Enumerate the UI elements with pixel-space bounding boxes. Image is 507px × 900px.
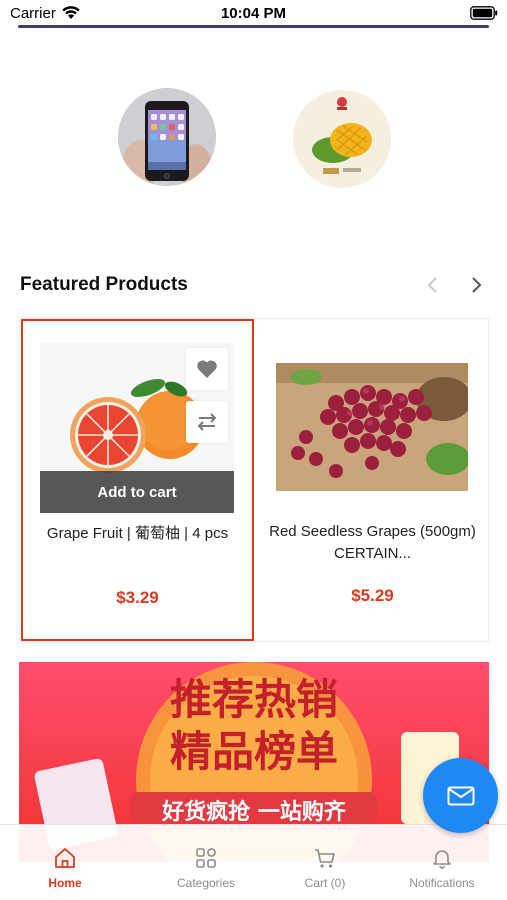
nav-cart[interactable]: Cart (0) xyxy=(270,825,380,900)
smartphone-image xyxy=(118,88,216,186)
product-name[interactable]: Red Seedless Grapes (500gm) CERTAIN... xyxy=(266,521,479,565)
message-fab-button[interactable] xyxy=(423,758,498,833)
product-card[interactable]: Red Seedless Grapes (500gm) CERTAIN... $… xyxy=(256,319,489,641)
bell-icon xyxy=(433,850,451,869)
nav-categories-label: Categories xyxy=(176,876,236,890)
compare-button[interactable] xyxy=(186,401,228,443)
banner-title-line1: 推荐热销 xyxy=(170,675,338,724)
mango-image xyxy=(293,90,391,188)
nav-home-label: Home xyxy=(48,876,82,890)
battery-icon xyxy=(470,6,498,20)
product-card[interactable]: Add to cart Grape Fruit | 葡萄柚 | 4 pcs $3… xyxy=(21,319,254,641)
product-price: $5.29 xyxy=(351,586,394,605)
status-time: 10:04 PM xyxy=(220,5,287,22)
product-image[interactable] xyxy=(276,363,468,491)
nav-cart-label: Cart (0) xyxy=(304,876,346,890)
chevron-left-icon[interactable] xyxy=(425,275,441,295)
compare-arrows-icon xyxy=(197,413,217,431)
nav-home[interactable]: Home xyxy=(10,825,120,900)
cart-icon xyxy=(315,849,335,868)
heart-icon xyxy=(197,360,217,378)
red-grapes-image xyxy=(276,363,468,491)
add-to-cart-button[interactable]: Add to cart xyxy=(40,471,234,513)
product-name[interactable]: Grape Fruit | 葡萄柚 | 4 pcs xyxy=(33,523,242,545)
chevron-right-icon[interactable] xyxy=(468,275,484,295)
category-mango[interactable] xyxy=(293,90,391,188)
banner-title-line2: 精品榜单 xyxy=(170,727,338,776)
envelope-icon xyxy=(447,786,474,805)
wishlist-button[interactable] xyxy=(186,348,228,390)
header-divider xyxy=(18,25,489,28)
nav-notifications[interactable]: Notifications xyxy=(387,825,497,900)
featured-products-carousel: Add to cart Grape Fruit | 葡萄柚 | 4 pcs $3… xyxy=(19,318,489,642)
featured-products-title: Featured Products xyxy=(20,274,188,295)
product-price: $3.29 xyxy=(116,588,159,607)
bottom-navigation: Home Categories Cart (0) Notifications xyxy=(0,824,507,900)
grid-icon xyxy=(196,848,216,868)
category-phone[interactable] xyxy=(118,88,216,186)
home-icon xyxy=(55,848,75,868)
banner-subtitle: 好货疯抢 一站购齐 xyxy=(161,799,347,825)
nav-notifications-label: Notifications xyxy=(409,876,475,890)
nav-categories[interactable]: Categories xyxy=(151,825,261,900)
